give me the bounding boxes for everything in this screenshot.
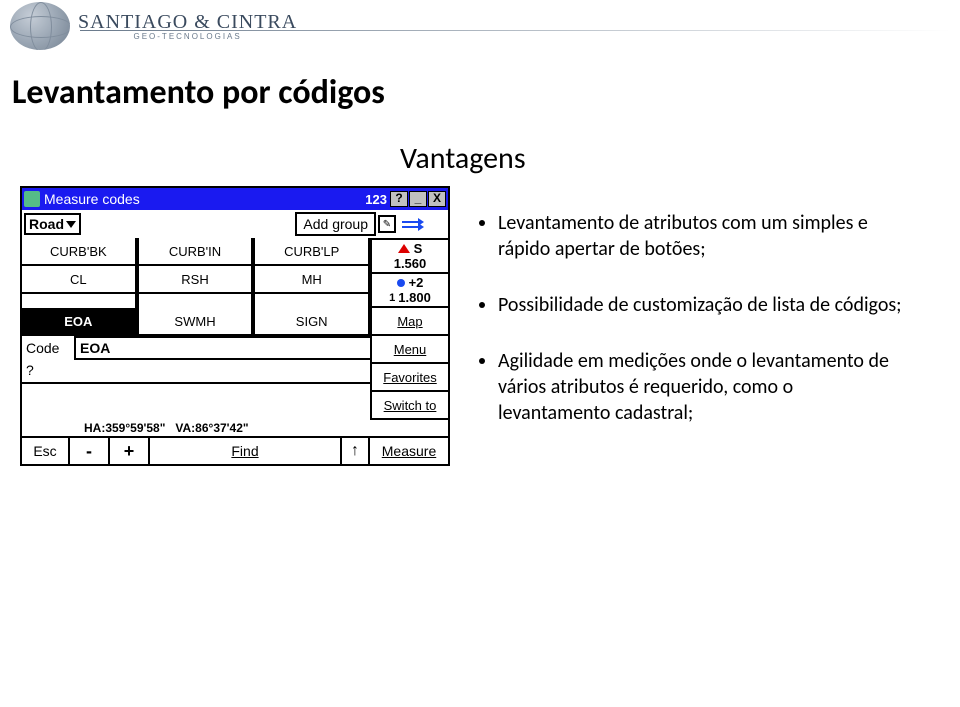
header-divider xyxy=(80,30,950,31)
staff-n: 1 xyxy=(389,292,395,304)
edit-icon[interactable]: ✎ xyxy=(378,215,396,233)
subtitle: Vantagens xyxy=(400,140,526,177)
bullet-list: Levantamento de atributos com um simples… xyxy=(480,210,910,456)
spacer xyxy=(22,294,137,308)
side-column: S 1.560 +2 1 1.800 Map Menu Favorites Sw… xyxy=(370,238,448,420)
find-button[interactable]: Find xyxy=(150,438,342,464)
status-bar: HA:359°59'58" VA:86°37'42" xyxy=(22,420,448,436)
code-cell[interactable]: CURB'BK xyxy=(22,238,137,266)
status-ha: HA:359°59'58" xyxy=(84,421,165,435)
spacer xyxy=(137,294,254,308)
plus-button[interactable]: + xyxy=(110,438,150,464)
code-input[interactable]: EOA xyxy=(74,336,370,360)
titlebar: Measure codes 123 ? _ X xyxy=(22,188,448,210)
code-grid-area: CURB'BK CURB'IN CURB'LP CL RSH MH EOA SW… xyxy=(22,238,448,420)
help-button[interactable]: ? xyxy=(390,191,408,207)
bullet-item: Possibilidade de customização de lista d… xyxy=(498,292,910,318)
chevron-down-icon xyxy=(66,221,76,228)
measure-codes-window: Measure codes 123 ? _ X Road Add group ✎… xyxy=(20,186,450,466)
staff-s: S xyxy=(414,241,423,256)
minus-button[interactable]: - xyxy=(70,438,110,464)
bullet-item: Levantamento de atributos com um simples… xyxy=(498,210,910,262)
staff-value-2: 1.800 xyxy=(398,290,431,305)
toolbar-row: Road Add group ✎ xyxy=(22,210,448,238)
code-cell[interactable]: MH xyxy=(253,266,370,294)
app-icon xyxy=(24,191,40,207)
favorites-button[interactable]: Favorites xyxy=(370,364,448,392)
staff-reading-2: +2 1 1.800 xyxy=(370,274,448,308)
menu-button[interactable]: Menu xyxy=(370,336,448,364)
spacer xyxy=(253,294,370,308)
esc-button[interactable]: Esc xyxy=(22,438,70,464)
code-cell[interactable]: CURB'LP xyxy=(253,238,370,266)
ime-indicator[interactable]: 123 xyxy=(363,192,389,207)
add-group-button[interactable]: Add group xyxy=(295,212,376,236)
switch-to-button[interactable]: Switch to xyxy=(370,392,448,420)
measure-button[interactable]: Measure xyxy=(370,438,448,464)
status-va: VA:86°37'42" xyxy=(175,421,248,435)
dot-icon xyxy=(397,279,405,287)
staff-reading: S 1.560 xyxy=(370,238,448,274)
staff-value-1: 1.560 xyxy=(394,256,427,271)
triangle-icon xyxy=(398,244,410,253)
code-cell[interactable]: SIGN xyxy=(253,308,370,336)
minimize-button[interactable]: _ xyxy=(409,191,427,207)
code-cell[interactable]: CURB'IN xyxy=(137,238,254,266)
bottom-toolbar: Esc - + Find ↑ Measure xyxy=(22,436,448,464)
globe-icon xyxy=(10,2,70,50)
page-title: Levantamento por códigos xyxy=(12,72,385,113)
attribute-input[interactable]: ? xyxy=(22,360,370,384)
close-button[interactable]: X xyxy=(428,191,446,207)
brand-logo: SANTIAGO & CINTRA GEO-TECNOLOGIAS xyxy=(10,2,297,50)
window-title: Measure codes xyxy=(44,191,359,207)
code-cell-selected[interactable]: EOA xyxy=(22,308,137,336)
group-select[interactable]: Road xyxy=(24,213,81,235)
line-icon xyxy=(402,226,420,228)
up-arrow-button[interactable]: ↑ xyxy=(342,438,370,464)
staff-plus: +2 xyxy=(409,275,424,290)
code-cell[interactable]: CL xyxy=(22,266,137,294)
map-button[interactable]: Map xyxy=(370,308,448,336)
code-cell[interactable]: RSH xyxy=(137,266,254,294)
bullet-item: Agilidade em medições onde o levantament… xyxy=(498,348,910,426)
code-field-label: Code xyxy=(22,338,74,358)
code-cell[interactable]: SWMH xyxy=(137,308,254,336)
brand-sub: GEO-TECNOLOGIAS xyxy=(78,32,297,41)
group-select-value: Road xyxy=(29,216,64,232)
